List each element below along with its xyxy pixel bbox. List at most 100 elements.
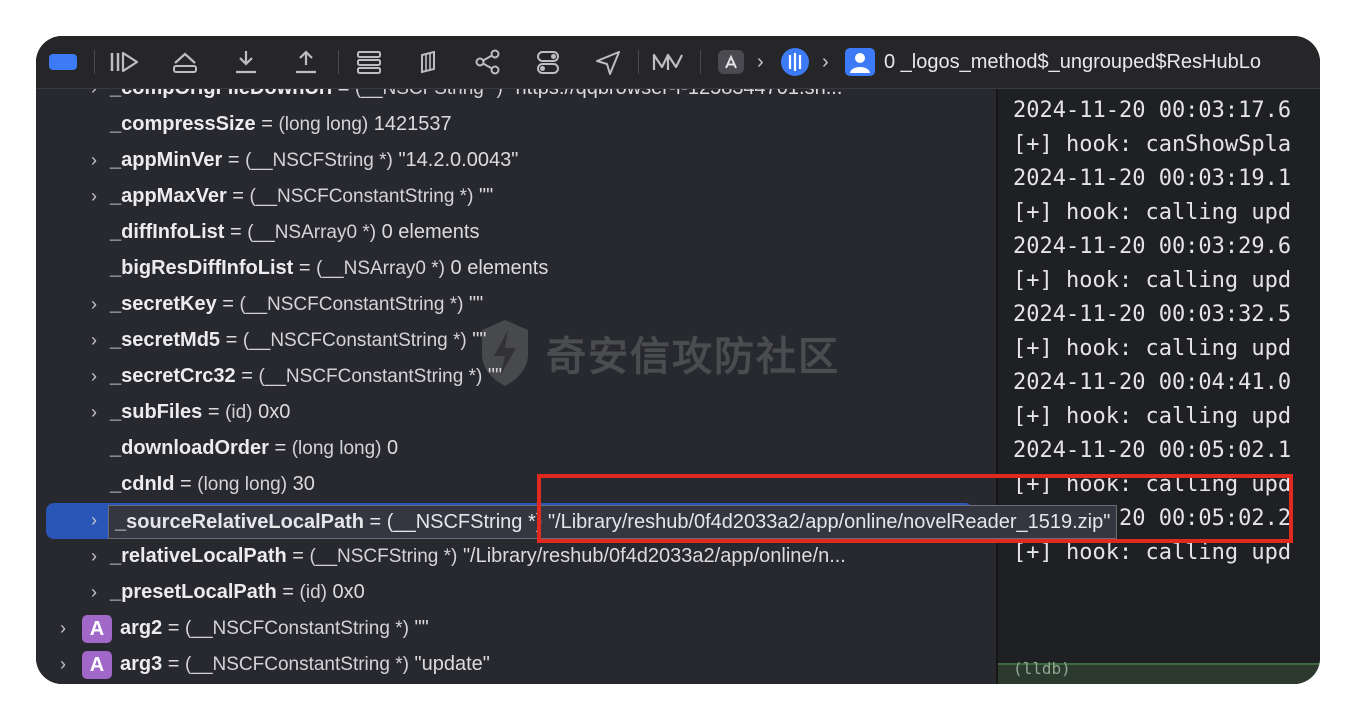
disclosure-chevron-icon[interactable]: › xyxy=(87,359,101,393)
variable-value: 0 xyxy=(387,437,399,459)
variable-value: 1421537 xyxy=(373,113,452,135)
variable-type: (__NSArray0 *) xyxy=(316,258,445,279)
disclosure-chevron-icon[interactable]: › xyxy=(87,539,101,573)
disclosure-chevron-icon[interactable]: › xyxy=(87,89,101,105)
variable-name: _downloadOrder xyxy=(110,437,269,459)
variable-row[interactable]: _compressSize = (long long) 1421537 xyxy=(36,107,996,141)
thread-icon xyxy=(781,48,809,76)
location-arrow-icon xyxy=(596,51,620,75)
argument-type: (__NSCFConstantString *) xyxy=(185,618,409,639)
variable-row[interactable]: › _appMinVer = (__NSCFString *) "14.2.0.0… xyxy=(36,143,996,177)
variable-row[interactable]: › _appMaxVer = (__NSCFConstantString *) "… xyxy=(36,179,996,213)
argument-row[interactable]: › Aarg2 = (__NSCFConstantString *) "" xyxy=(36,611,996,645)
debug-toolbar: › › 0 _logos_method$_ungrouped$ResHubLo xyxy=(36,36,1320,89)
console-line: [+] hook: canShowSpla xyxy=(1013,132,1292,157)
highlight-annotation-box xyxy=(537,474,1293,543)
variable-type: (__NSArray0 *) xyxy=(247,222,377,243)
variable-name: _presetLocalPath xyxy=(110,581,277,603)
equals-sign: = xyxy=(332,89,355,99)
metal-capture-button[interactable] xyxy=(651,48,685,76)
disclosure-chevron-icon[interactable]: › xyxy=(56,611,70,645)
variable-name: _secretMd5 xyxy=(110,329,221,351)
variable-value: "" xyxy=(468,293,484,315)
person-icon xyxy=(845,48,875,76)
equals-sign: = xyxy=(224,221,248,243)
variable-type: (long long) xyxy=(278,114,369,135)
variable-row[interactable]: › _presetLocalPath = (id) 0x0 xyxy=(36,575,996,609)
variable-type: (__NSCFString *) xyxy=(309,546,458,567)
equals-sign: = xyxy=(293,257,317,279)
console-line: 2024-11-20 00:03:32.5 xyxy=(1013,302,1292,327)
disclosure-chevron-icon[interactable]: › xyxy=(87,323,101,357)
variable-row[interactable]: _diffInfoList = (__NSArray0 *) 0 element… xyxy=(36,215,996,249)
console-output[interactable]: 2024-11-20 00:03:17.6 [+] hook: canShowSp… xyxy=(998,89,1320,684)
variable-type: (__NSCFConstantString *) xyxy=(258,366,483,387)
console-filter-label: (lldb) xyxy=(1013,659,1071,678)
step-out-button[interactable] xyxy=(291,48,321,76)
variable-row[interactable]: › _compOrigFileDownUrl = (__NSCFString *)… xyxy=(36,89,996,105)
environment-overrides-button[interactable] xyxy=(533,48,563,76)
equals-sign: = xyxy=(216,293,240,315)
variable-type: (__NSCFConstantString *) xyxy=(239,294,464,315)
disclosure-chevron-icon[interactable]: › xyxy=(56,647,70,681)
variable-value: 0x0 xyxy=(258,401,291,423)
console-line: 2024-11-20 00:03:29.6 xyxy=(1013,234,1292,259)
disclosure-chevron-icon[interactable]: › xyxy=(87,179,101,213)
variable-value: 0x0 xyxy=(332,581,365,603)
equals-sign: = xyxy=(202,401,226,423)
variable-type: (__NSCFString *) xyxy=(245,150,393,171)
step-over-button[interactable] xyxy=(170,48,200,76)
debug-view-hierarchy-button[interactable] xyxy=(414,48,444,76)
console-line: [+] hook: calling upd xyxy=(1013,336,1292,361)
disclosure-chevron-icon[interactable]: › xyxy=(87,287,101,321)
variable-row[interactable]: › _relativeLocalPath = (__NSCFString *) "… xyxy=(36,539,996,573)
argument-value: "update" xyxy=(414,653,490,675)
argument-row[interactable]: › Aarg3 = (__NSCFConstantString *) "updat… xyxy=(36,647,996,681)
variable-name: _bigResDiffInfoList xyxy=(110,257,294,279)
variables-view[interactable]: › _compOrigFileDownUrl = (__NSCFString *)… xyxy=(36,89,996,684)
step-over-icon xyxy=(173,52,197,73)
disclosure-chevron-icon[interactable]: › xyxy=(87,143,101,177)
stack-frame-button[interactable] xyxy=(844,48,876,76)
argument-badge-icon: A xyxy=(82,651,112,679)
variable-value: 0 elements xyxy=(381,221,480,243)
simulate-location-button[interactable] xyxy=(593,48,623,76)
variable-name: _relativeLocalPath xyxy=(110,545,287,567)
disclosure-chevron-icon[interactable]: › xyxy=(87,395,101,429)
console-line: 2024-11-20 00:05:02.1 xyxy=(1013,438,1292,463)
memory-graph-button[interactable] xyxy=(473,48,503,76)
debug-area-icon xyxy=(49,54,77,70)
toggle-debug-area-button[interactable] xyxy=(48,48,78,76)
variable-type: (__NSCFConstantString *) xyxy=(242,330,467,351)
chevron-right-icon: › xyxy=(757,51,764,73)
variable-name: _diffInfoList xyxy=(110,221,225,243)
variable-value: 0 elements xyxy=(450,257,549,279)
variable-row[interactable]: › _subFiles = (id) 0x0 xyxy=(36,395,996,429)
disclosure-chevron-icon[interactable]: › xyxy=(87,503,101,537)
variable-row[interactable]: › _secretKey = (__NSCFConstantString *) "… xyxy=(36,287,996,321)
argument-name: arg3 xyxy=(120,653,163,675)
variable-name: _cdnId xyxy=(110,473,175,495)
variable-type: (__NSCFConstantString *) xyxy=(249,186,474,207)
variable-type: (__NSCFString *) xyxy=(355,89,503,99)
step-into-button[interactable] xyxy=(231,48,261,76)
thread-button[interactable] xyxy=(777,48,813,76)
chevron-right-icon: › xyxy=(822,51,829,73)
process-app-button[interactable] xyxy=(716,48,746,76)
console-filter-bar[interactable]: (lldb) xyxy=(998,659,1320,684)
app-store-icon xyxy=(718,50,744,74)
variable-name: _secretKey xyxy=(110,293,217,315)
variable-row[interactable]: › _secretMd5 = (__NSCFConstantString *) "… xyxy=(36,323,996,357)
stack-frame-label[interactable]: 0 _logos_method$_ungrouped$ResHubLo xyxy=(884,48,1261,76)
equals-sign: = xyxy=(220,329,243,351)
memory-graph-icon xyxy=(475,49,500,75)
variable-row[interactable]: › _secretCrc32 = (__NSCFConstantString *)… xyxy=(36,359,996,393)
variable-row[interactable]: _bigResDiffInfoList = (__NSArray0 *) 0 e… xyxy=(36,251,996,285)
variable-type: (long long) xyxy=(197,474,288,495)
variable-row[interactable]: _downloadOrder = (long long) 0 xyxy=(36,431,996,465)
equals-sign: = xyxy=(276,581,300,603)
variable-name: _secretCrc32 xyxy=(110,365,236,387)
continue-button[interactable] xyxy=(108,48,140,76)
view-hierarchy-button[interactable] xyxy=(354,48,384,76)
disclosure-chevron-icon[interactable]: › xyxy=(87,575,101,609)
